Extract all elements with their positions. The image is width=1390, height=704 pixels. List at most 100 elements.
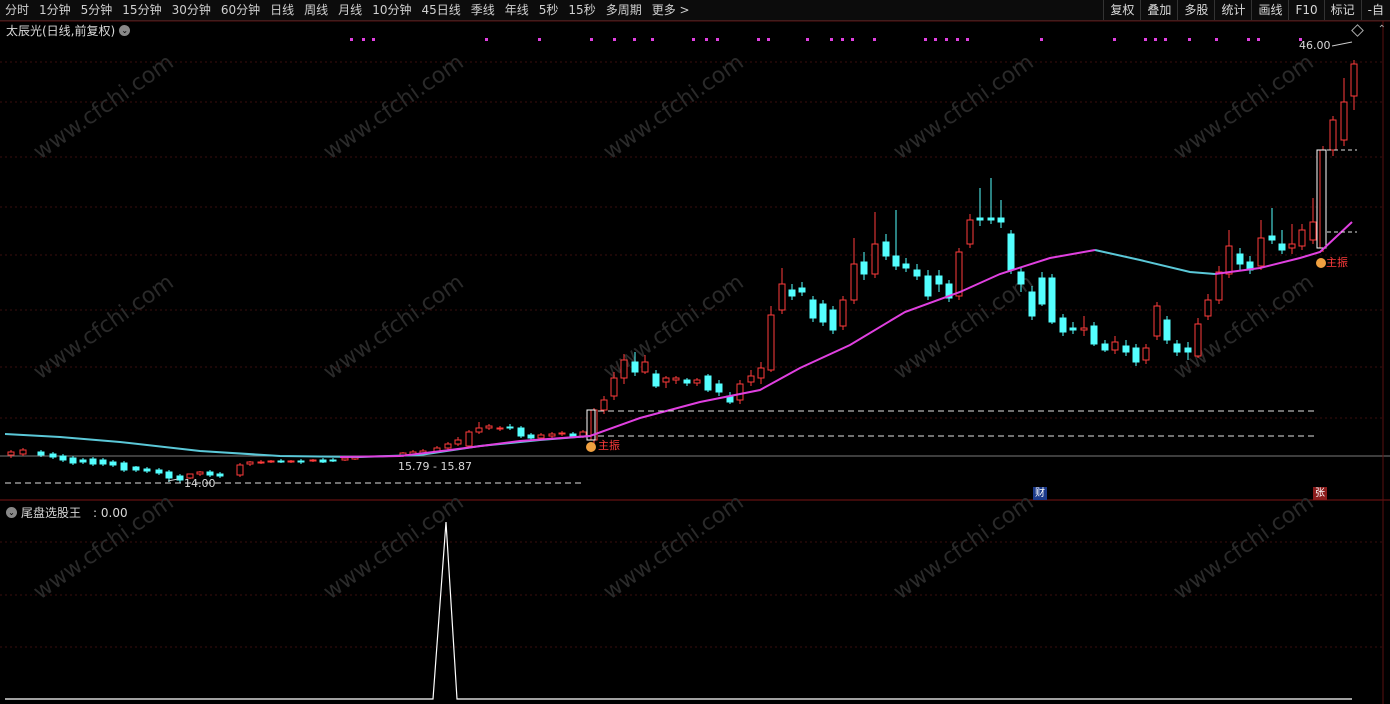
signal-marker — [1144, 38, 1147, 41]
signal-marker — [1188, 38, 1191, 41]
candle-body — [1215, 271, 1223, 301]
candle-body — [1059, 317, 1067, 333]
signal-marker — [1154, 38, 1157, 41]
candle-body — [1142, 347, 1150, 361]
signal-marker — [692, 38, 695, 41]
signal-marker — [830, 38, 833, 41]
candle-body — [1340, 101, 1348, 141]
candle-body — [704, 375, 712, 391]
signal-marker — [806, 38, 809, 41]
candle-body — [79, 459, 87, 463]
signal-tag: 主振 — [598, 439, 620, 452]
candle-body — [1225, 245, 1233, 275]
candle-body — [662, 377, 670, 383]
watermark: www.cfchi.com — [1169, 50, 1318, 165]
candle-body — [7, 451, 15, 456]
candle-body — [976, 217, 984, 221]
signal-marker — [716, 38, 719, 41]
candle-body — [1173, 343, 1181, 353]
watermark: www.cfchi.com — [319, 490, 468, 605]
candle-body — [485, 425, 493, 429]
candle-body — [1132, 347, 1140, 363]
candle-body — [767, 314, 775, 371]
candle-body — [59, 455, 67, 461]
candle-body — [1309, 221, 1317, 241]
ma-line — [339, 455, 401, 458]
indicator-name: 尾盘选股王 — [21, 506, 82, 520]
candle-body — [465, 431, 473, 447]
candle-body — [517, 427, 525, 437]
candle-body — [1268, 235, 1276, 241]
candle-body — [206, 471, 214, 476]
signal-marker — [851, 38, 854, 41]
candle-body — [319, 459, 327, 463]
chevron-down-icon[interactable]: ⌄ — [6, 507, 17, 518]
high-pointer — [1331, 41, 1353, 47]
candle-body — [757, 367, 765, 379]
candle-body — [693, 379, 701, 384]
finance-badge[interactable]: 财 — [1033, 487, 1047, 500]
candle-body — [600, 399, 608, 411]
stock-title: 太辰光(日线,前复权) — [6, 24, 116, 38]
limit-up-badge[interactable]: 张 — [1313, 487, 1327, 500]
candle-body — [1090, 325, 1098, 345]
candle-body — [913, 269, 921, 277]
signal-marker — [767, 38, 770, 41]
candle-body — [49, 453, 57, 458]
candle-body — [246, 461, 254, 465]
candle-body — [610, 377, 618, 397]
candle-body — [839, 299, 847, 327]
candle-body — [1236, 253, 1244, 265]
candle-body — [236, 464, 244, 476]
candle-body — [1319, 149, 1327, 249]
candle-body — [1204, 299, 1212, 317]
candle-body — [747, 375, 755, 383]
watermark: www.cfchi.com — [1169, 490, 1318, 605]
kline-chart[interactable]: www.cfchi.com www.cfchi.com www.cfchi.com w… — [0, 0, 1390, 704]
watermark: www.cfchi.com — [889, 50, 1038, 165]
candle-body — [672, 377, 680, 381]
candle-body — [267, 460, 275, 463]
candle-body — [1257, 237, 1265, 267]
ma-line — [1094, 249, 1216, 275]
watermark: www.cfchi.com — [599, 50, 748, 165]
watermark: www.cfchi.com — [1169, 270, 1318, 385]
candle-body — [496, 427, 504, 430]
candle-body — [216, 473, 224, 477]
candle-body — [1007, 233, 1015, 271]
candle-body — [120, 462, 128, 471]
candle-body — [1028, 291, 1036, 317]
candle-body — [454, 439, 462, 445]
ma-line — [399, 249, 1096, 457]
candle-body — [829, 309, 837, 331]
candle-body — [652, 373, 660, 387]
signal-marker — [485, 38, 488, 41]
signal-marker — [1247, 38, 1250, 41]
candle-body — [132, 466, 140, 471]
candle-body — [1329, 119, 1337, 151]
signal-marker — [350, 38, 353, 41]
chevron-down-icon[interactable]: ⌄ — [119, 25, 131, 36]
signal-marker — [538, 38, 541, 41]
candle-body — [631, 361, 639, 373]
candle-body — [277, 460, 285, 463]
candle-body — [1101, 343, 1109, 351]
signal-marker — [924, 38, 927, 41]
signal-marker — [1113, 38, 1116, 41]
signal-marker — [613, 38, 616, 41]
low-price-label: 14.00 — [184, 477, 216, 490]
candle-body — [987, 217, 995, 221]
candle-body — [1111, 341, 1119, 351]
candle-body — [798, 287, 806, 293]
signal-marker — [705, 38, 708, 41]
candle-body — [548, 433, 556, 437]
candle-body — [1153, 305, 1161, 337]
indicator-title: ⌄ 尾盘选股王 : 0.00 — [6, 504, 128, 521]
candle-body — [257, 461, 265, 464]
candle-body — [537, 434, 545, 439]
candle-body — [809, 299, 817, 319]
candle-body — [287, 460, 295, 463]
candle-body — [1017, 271, 1025, 285]
ma-line — [4, 433, 591, 459]
arrow-up-icon[interactable]: ⌃ — [1378, 24, 1386, 35]
